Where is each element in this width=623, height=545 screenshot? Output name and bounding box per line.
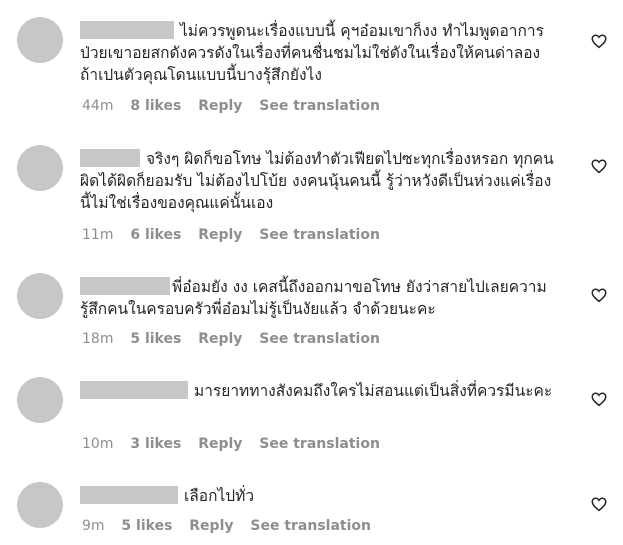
reply-button[interactable]: Reply bbox=[198, 436, 242, 452]
reply-button[interactable]: Reply bbox=[198, 227, 242, 243]
redacted-username[interactable] bbox=[80, 21, 174, 39]
redacted-username[interactable] bbox=[80, 149, 140, 167]
see-translation-link[interactable]: See translation bbox=[259, 436, 380, 452]
see-translation-link[interactable]: See translation bbox=[259, 98, 380, 114]
comment-meta: 18m 5 likes Reply See translation bbox=[82, 331, 392, 347]
avatar[interactable] bbox=[17, 273, 63, 319]
comment-time[interactable]: 10m bbox=[82, 436, 113, 452]
like-count[interactable]: 5 likes bbox=[130, 331, 181, 347]
comment-body: พี่อ๋อมยัง งง เคสนี้ถึงออกมาขอโทษ ยังว่า… bbox=[80, 276, 555, 320]
avatar[interactable] bbox=[17, 145, 63, 191]
comment-meta: 11m 6 likes Reply See translation bbox=[82, 227, 392, 243]
heart-outline-icon[interactable] bbox=[590, 157, 608, 175]
comment-time[interactable]: 9m bbox=[82, 518, 105, 534]
redacted-username[interactable] bbox=[80, 381, 188, 399]
comment-meta: 9m 5 likes Reply See translation bbox=[82, 518, 383, 534]
comment-text: มารยาททางสังคมถึงใครไม่สอนแต่เป็นสิ่งที่… bbox=[194, 382, 553, 400]
reply-button[interactable]: Reply bbox=[198, 98, 242, 114]
avatar[interactable] bbox=[17, 17, 63, 63]
reply-button[interactable]: Reply bbox=[189, 518, 233, 534]
comment-body: ไม่ควรพูดนะเรื่องแบบนี้ คุฯอ๋อมเขาก็งง ท… bbox=[80, 20, 555, 86]
comment-body: มารยาททางสังคมถึงใครไม่สอนแต่เป็นสิ่งที่… bbox=[80, 380, 555, 402]
like-count[interactable]: 5 likes bbox=[121, 518, 172, 534]
see-translation-link[interactable]: See translation bbox=[259, 331, 380, 347]
heart-outline-icon[interactable] bbox=[590, 32, 608, 50]
like-count[interactable]: 3 likes bbox=[130, 436, 181, 452]
comment-body: จริงๆ ผิดก็ขอโทษ ไม่ต้องทำตัวเฟียตไปซะทุ… bbox=[80, 148, 555, 214]
heart-outline-icon[interactable] bbox=[590, 286, 608, 304]
avatar[interactable] bbox=[17, 482, 63, 528]
comment-meta: 44m 8 likes Reply See translation bbox=[82, 98, 392, 114]
comment-body: เลือกไปทั่ว bbox=[80, 485, 555, 507]
like-count[interactable]: 8 likes bbox=[130, 98, 181, 114]
like-count[interactable]: 6 likes bbox=[130, 227, 181, 243]
redacted-username[interactable] bbox=[80, 277, 170, 295]
see-translation-link[interactable]: See translation bbox=[259, 227, 380, 243]
redacted-username[interactable] bbox=[80, 486, 178, 504]
comment-meta: 10m 3 likes Reply See translation bbox=[82, 436, 392, 452]
heart-outline-icon[interactable] bbox=[590, 390, 608, 408]
comment-text: เลือกไปทั่ว bbox=[184, 487, 255, 505]
reply-button[interactable]: Reply bbox=[198, 331, 242, 347]
comment-time[interactable]: 44m bbox=[82, 98, 113, 114]
comment-time[interactable]: 18m bbox=[82, 331, 113, 347]
comment-text: จริงๆ ผิดก็ขอโทษ ไม่ต้องทำตัวเฟียตไปซะทุ… bbox=[80, 150, 554, 212]
comment-time[interactable]: 11m bbox=[82, 227, 113, 243]
avatar[interactable] bbox=[17, 377, 63, 423]
heart-outline-icon[interactable] bbox=[590, 495, 608, 513]
see-translation-link[interactable]: See translation bbox=[250, 518, 371, 534]
